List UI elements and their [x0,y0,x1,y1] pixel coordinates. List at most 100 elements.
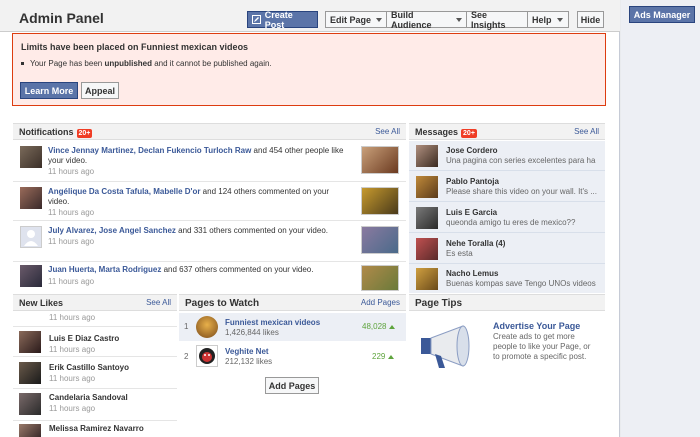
like-row[interactable]: Luis E Diaz Castro 11 hours ago [13,326,177,357]
new-likes-see-all-link[interactable]: See All [146,298,171,307]
avatar [19,424,41,437]
notification-row[interactable]: Vince Jennay Martinez, Declan Fukencio T… [13,142,406,182]
message-sender: Nehe Toralla (4) [446,239,506,248]
notification-row[interactable]: Juan Huerta, Marta Rodriguez and 637 oth… [13,263,406,293]
avatar [19,331,41,353]
message-row[interactable]: Jose Cordero Una pagina con series excel… [409,141,605,171]
help-button[interactable]: Help [527,11,569,28]
page-tips-body: Create ads to get more people to like yo… [493,332,591,361]
notifications-header: Notifications 20+ See All [13,123,406,140]
learn-more-button[interactable]: Learn More [20,82,78,99]
chevron-down-icon [456,17,462,22]
messages-badge: 20+ [461,129,477,138]
alert-body: Your Page has been unpublished and it ca… [21,59,272,68]
avatar [416,176,438,198]
watched-page-row[interactable]: 2 Veghite Net 212,132 likes 229 [179,342,406,370]
page-title: Admin Panel [19,10,104,26]
watched-page-row[interactable]: 1 Funniest mexican videos 1,426,844 like… [179,313,406,341]
like-time: 11 hours ago [49,404,96,413]
message-row[interactable]: Pablo Pantoja Please share this video on… [409,172,605,202]
avatar [20,146,42,168]
message-preview: Es esta [446,249,473,258]
see-insights-label: See Insights [471,9,506,30]
watched-page-name[interactable]: Funniest mexican videos [225,318,320,327]
messages-list: Jose Cordero Una pagina con series excel… [409,141,605,293]
message-row[interactable]: Luis E Garcia queonda amigo tu eres de m… [409,203,605,233]
like-name: Luis E Diaz Castro [49,334,120,343]
notifications-badge: 20+ [76,129,93,138]
hide-button[interactable]: Hide [577,11,604,28]
video-thumbnail[interactable] [361,265,399,291]
avatar [416,268,438,290]
message-preview: Buenas kompas save Tengo UNOs videos ... [446,279,598,288]
alert-body-post: and it cannot be published again. [152,59,272,68]
pages-to-watch-title: Pages to Watch [185,298,260,309]
chevron-down-icon [556,17,563,22]
notification-row[interactable]: Angélique Da Costa Tafula, Mabelle D'or … [13,183,406,221]
watched-page-count: 229 [372,352,395,361]
create-post-button[interactable]: Create Post [247,9,318,30]
like-row[interactable]: Melissa Ramirez Navarro [13,422,177,437]
notification-time: 11 hours ago [48,208,95,217]
build-audience-button[interactable]: Build Audience [386,10,467,30]
notification-text: July Alvarez, Jose Angel Sanchez and 331… [48,226,328,235]
like-row[interactable]: Candelaria Sandoval 11 hours ago [13,390,177,421]
edit-page-button[interactable]: Edit Page [325,11,387,28]
message-preview: Una pagina con series excelentes para ha [446,156,596,165]
like-row[interactable]: Erik Castillo Santoyo 11 hours ago [13,358,177,389]
video-thumbnail[interactable] [361,146,399,174]
see-insights-button[interactable]: See Insights [466,9,528,30]
page-avatar [196,316,218,338]
message-preview: Please share this video on your wall. It… [446,187,597,196]
avatar [416,238,438,260]
watched-page-name[interactable]: Veghite Net [225,347,269,356]
message-sender: Nacho Lemus [446,269,499,278]
page-avatar [196,345,218,367]
right-column [621,0,700,437]
megaphone-icon [419,322,479,372]
arrow-up-icon [389,324,396,329]
avatar [20,187,42,209]
watched-page-count: 48,028 [362,322,396,331]
messages-header: Messages 20+ See All [409,123,605,140]
video-thumbnail[interactable] [361,226,399,254]
new-likes-title: New Likes [19,298,64,308]
avatar [416,145,438,167]
like-name: Melissa Ramirez Navarro [49,424,144,433]
avatar [416,207,438,229]
video-thumbnail[interactable] [361,187,399,215]
messages-title: Messages 20+ [415,127,477,138]
edit-page-label: Edit Page [330,14,372,25]
message-row[interactable]: Nacho Lemus Buenas kompas save Tengo UNO… [409,265,605,293]
arrow-up-icon [388,354,395,359]
advertise-your-page-link[interactable]: Advertise Your Page [493,321,580,331]
alert-body-bold: unpublished [104,59,152,68]
create-post-label: Create Post [264,9,293,30]
like-name: Erik Castillo Santoyo [49,363,130,372]
message-sender: Jose Cordero [446,146,498,155]
messages-see-all-link[interactable]: See All [574,127,599,136]
ads-manager-button[interactable]: Ads Manager [629,6,695,23]
alert-title: Limits have been placed on Funniest mexi… [21,42,249,52]
admin-toolbar: Admin Panel Create Post Edit Page Build … [0,0,620,32]
rank-number: 1 [184,322,189,331]
like-time: 11 hours ago [49,345,96,354]
avatar [19,362,41,384]
watched-page-likes: 212,132 likes [225,357,273,366]
bullet-icon [21,62,24,66]
notification-text: Vince Jennay Martinez, Declan Fukencio T… [48,146,344,165]
add-pages-button[interactable]: Add Pages [265,377,319,394]
add-pages-link[interactable]: Add Pages [361,298,400,307]
message-preview: queonda amigo tu eres de mexico?? [446,218,576,227]
appeal-button[interactable]: Appeal [81,82,119,99]
notifications-title: Notifications 20+ [19,127,93,138]
like-time: 11 hours ago [49,313,96,322]
avatar [19,393,41,415]
notifications-see-all-link[interactable]: See All [375,127,400,136]
notification-time: 11 hours ago [48,237,95,246]
default-avatar-icon [20,226,42,248]
notification-row[interactable]: July Alvarez, Jose Angel Sanchez and 331… [13,222,406,262]
hide-label: Hide [580,14,601,25]
limits-alert: Limits have been placed on Funniest mexi… [12,33,606,106]
message-row[interactable]: Nehe Toralla (4) Es esta [409,234,605,264]
